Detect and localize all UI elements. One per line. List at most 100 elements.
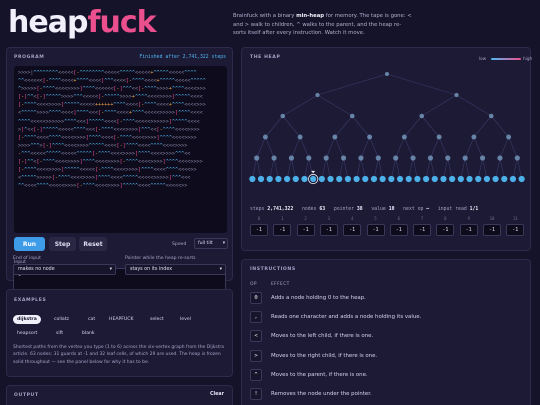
heap-edge [443, 157, 449, 180]
cell-value[interactable]: -1 [483, 224, 501, 236]
heap-node[interactable] [332, 134, 338, 140]
heap-leaf-node[interactable] [492, 175, 499, 183]
heap-node[interactable] [506, 134, 512, 140]
heap-leaf-node[interactable] [509, 175, 517, 183]
heap-node[interactable] [497, 155, 503, 161]
heap-leaf-node[interactable] [457, 175, 464, 183]
clear-button[interactable]: Clear [210, 392, 224, 397]
heap-leaf-node[interactable] [283, 175, 291, 183]
heap-edge [373, 157, 379, 180]
heap-leaf-node[interactable] [449, 175, 456, 183]
heap-node[interactable] [419, 113, 425, 119]
cell-value[interactable]: -1 [250, 224, 268, 236]
heap-leaf-node[interactable] [466, 175, 473, 183]
heap-leaf-node[interactable] [353, 175, 360, 183]
heap-leaf-node[interactable] [301, 175, 308, 183]
heap-node[interactable] [288, 155, 295, 161]
heap-leaf-node[interactable] [440, 175, 447, 183]
cell-value[interactable]: -1 [273, 224, 292, 236]
cell-value[interactable]: -1 [506, 224, 525, 236]
heap-node[interactable] [367, 134, 373, 140]
heap-leaf-node[interactable] [370, 175, 378, 183]
cell-value[interactable]: -1 [436, 224, 455, 236]
heap-node[interactable] [280, 113, 286, 119]
cell-value[interactable]: -1 [389, 224, 408, 236]
heap-leaf-node[interactable] [388, 175, 395, 183]
heap-node[interactable] [462, 155, 468, 161]
step-button[interactable]: Step [49, 237, 76, 251]
cell-value[interactable]: -1 [319, 224, 338, 236]
heap-node[interactable] [454, 92, 459, 98]
heap-leaf-node[interactable] [362, 175, 369, 183]
heap-node[interactable] [358, 155, 364, 161]
heap-leaf-node[interactable] [414, 175, 421, 183]
heap-leaf-node[interactable] [310, 175, 317, 183]
example-chip-sift[interactable]: sift [52, 329, 67, 338]
heap-leaf-node[interactable] [266, 175, 273, 183]
heap-leaf-node[interactable] [396, 175, 404, 183]
cell-value[interactable]: -1 [296, 224, 315, 236]
speed-select[interactable]: full tilt [194, 238, 228, 249]
heap-leaf-node[interactable] [344, 175, 352, 183]
heap-node[interactable] [445, 155, 451, 161]
cell-value[interactable]: -1 [413, 224, 432, 236]
heap-node[interactable] [479, 155, 486, 161]
heap-leaf-node[interactable] [431, 175, 438, 183]
heap-node[interactable] [349, 113, 355, 119]
heap-leaf-node[interactable] [501, 175, 508, 183]
heap-leaf-node[interactable] [292, 175, 299, 183]
heap-node[interactable] [385, 72, 389, 76]
heap-node[interactable] [436, 134, 442, 140]
heap-edge [512, 157, 518, 180]
heap-leaf-node[interactable] [518, 175, 525, 183]
run-button[interactable]: Run [14, 237, 45, 251]
heap-leaf-node[interactable] [422, 175, 430, 183]
instruction-effect: Adds a node holding 0 to the heap. [271, 295, 366, 301]
cell-value[interactable]: -1 [366, 224, 385, 236]
code-editor[interactable]: >>>>|^^^^^^^^<<<<<[-^^^^^^^^<<<<<^^^^^<<… [14, 66, 227, 233]
heap-node[interactable] [315, 92, 320, 98]
heap-node[interactable] [488, 113, 494, 119]
example-chip-cat[interactable]: cat [84, 315, 99, 324]
heap-node[interactable] [393, 155, 399, 161]
heap-node[interactable] [427, 155, 434, 161]
heap-leaf-node[interactable] [257, 175, 265, 183]
eoi-select[interactable]: makes no node [13, 264, 116, 275]
heap-node[interactable] [262, 134, 268, 140]
heap-edge [517, 157, 522, 180]
cell-value[interactable]: -1 [343, 224, 362, 236]
heap-node[interactable] [375, 155, 381, 161]
heap-leaf-node[interactable] [336, 175, 343, 183]
example-chip-collatz[interactable]: collatz [50, 315, 73, 324]
heap-node[interactable] [306, 155, 312, 161]
heap-node[interactable] [254, 155, 260, 161]
heap-leaf-node[interactable] [318, 175, 325, 183]
heap-node[interactable] [323, 155, 329, 161]
heap-leaf-node[interactable] [327, 175, 334, 183]
example-chip-dijkstra[interactable]: dijkstra [13, 315, 41, 324]
heap-leaf-node[interactable] [405, 175, 412, 183]
example-chip-heapfuck[interactable]: HEAPFUCK [105, 315, 138, 324]
cell-value[interactable]: -1 [459, 224, 478, 236]
heap-leaf-node[interactable] [483, 175, 491, 183]
heap-edge [421, 115, 440, 138]
heap-leaf-node[interactable] [249, 175, 256, 183]
heap-node[interactable] [410, 155, 416, 161]
heap-leaf-node[interactable] [475, 175, 482, 183]
heap-leaf-node[interactable] [379, 175, 386, 183]
example-chip-select[interactable]: select [146, 315, 168, 324]
heap-node[interactable] [401, 134, 407, 140]
heap-node[interactable] [471, 134, 477, 140]
heap-edge [360, 157, 366, 180]
reset-button[interactable]: Reset [79, 237, 107, 251]
example-chip-level[interactable]: level [176, 315, 195, 324]
heap-leaf-node[interactable] [275, 175, 282, 183]
heap-node[interactable] [271, 155, 277, 161]
pointer-mode-select[interactable]: stays on its index [125, 264, 226, 275]
heap-node[interactable] [297, 134, 303, 140]
heap-node[interactable] [340, 155, 347, 161]
heap-node[interactable] [514, 155, 520, 161]
example-chip-blank[interactable]: blank [78, 329, 99, 338]
cell-index: 0 [257, 216, 261, 221]
example-chip-heapsort[interactable]: heapsort [13, 329, 41, 338]
